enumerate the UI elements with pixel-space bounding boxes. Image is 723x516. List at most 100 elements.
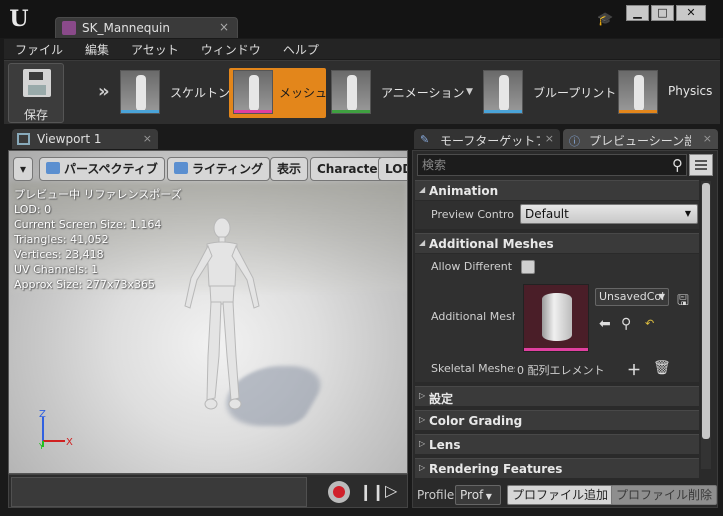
add-element-icon[interactable]: ＋	[627, 360, 641, 380]
category-color-grading-label: Color Grading	[429, 414, 523, 428]
category-settings[interactable]: ▷ 設定	[415, 386, 699, 406]
skeletal-meshes-label: Skeletal Meshes	[431, 362, 515, 375]
mode-skeleton-label: スケルトン	[170, 86, 231, 100]
tab-preview-scene-label: プレビューシーン設	[589, 134, 691, 148]
timeline-field[interactable]	[11, 477, 307, 507]
stat-uv-channels: UV Channels: 1	[14, 263, 99, 276]
expanded-triangle-icon: ◢	[419, 185, 426, 194]
expanded-triangle-icon: ◢	[419, 238, 426, 247]
category-lens[interactable]: ▷ Lens	[415, 434, 699, 454]
mode-skeleton[interactable]: スケルトン	[120, 68, 230, 118]
maximize-button[interactable]: □	[651, 5, 674, 21]
menu-file[interactable]: ファイル	[4, 41, 74, 58]
close-tab-icon[interactable]: ×	[143, 132, 152, 145]
chevron-down-icon: ▾	[19, 162, 27, 176]
trash-icon[interactable]: 🗑	[653, 360, 671, 376]
collapsed-triangle-icon: ▷	[419, 415, 426, 424]
mode-mesh[interactable]: メッシュ	[229, 68, 327, 118]
viewport-options-button[interactable]: ▾	[13, 157, 33, 181]
skeletal-mesh-icon	[62, 21, 76, 35]
search-box[interactable]: ⚲	[417, 154, 687, 176]
search-input[interactable]	[422, 157, 662, 173]
mode-physics-label: Physics	[668, 84, 713, 98]
chevron-right-icon: »	[98, 81, 110, 102]
profile-label: Profile	[417, 488, 455, 502]
stat-approx-size: Approx Size: 277x73x365	[14, 278, 155, 291]
lod-button[interactable]: LOD	[378, 157, 407, 181]
allow-different-label: Allow Different S	[431, 260, 515, 273]
close-tab-icon[interactable]: ×	[545, 132, 554, 145]
menu-asset[interactable]: アセット	[120, 41, 190, 58]
viewport-tab-label: Viewport 1	[37, 132, 102, 146]
cylinder-asset-icon	[542, 293, 572, 341]
preview-controller-combo[interactable]: Default ▼	[520, 204, 698, 224]
save-button[interactable]: 保存	[8, 63, 64, 123]
step-forward-icon[interactable]: ▷	[385, 481, 397, 500]
category-settings-label: 設定	[429, 392, 454, 406]
show-button[interactable]: 表示	[270, 157, 309, 181]
document-tab[interactable]: SK_Mannequin ×	[55, 17, 238, 38]
additional-mesh-asset-combo[interactable]: UnsavedCol ▼	[595, 288, 669, 306]
mannequin-figure	[184, 217, 260, 410]
title-bar: U SK_Mannequin × 🎓 ▁ □ ✕	[0, 0, 723, 38]
mode-blueprint[interactable]: ブループリント	[483, 68, 617, 118]
row-allow-different: Allow Different S	[415, 254, 699, 280]
row-additional-mesh: Additional Mesh UnsavedCol ▼ 🖫 ⬅ ⚲ ↶	[415, 280, 699, 356]
category-animation[interactable]: ◢ Animation	[415, 180, 699, 200]
animation-dropdown-icon[interactable]: ▼	[466, 87, 473, 97]
category-color-grading[interactable]: ▷ Color Grading	[415, 410, 699, 430]
unreal-logo-icon[interactable]: U	[6, 6, 32, 32]
viewport-tab[interactable]: Viewport 1 ×	[12, 129, 158, 149]
remove-profile-button[interactable]: プロファイル削除	[611, 485, 718, 505]
allow-different-checkbox[interactable]	[521, 260, 535, 274]
profile-bar: Profile Prof ▼ プロファイル追加 プロファイル削除	[413, 483, 718, 507]
mode-physics[interactable]: Physics	[618, 68, 718, 118]
category-rendering-features[interactable]: ▷ Rendering Features	[415, 458, 699, 478]
close-tab-icon[interactable]: ×	[219, 20, 229, 34]
mode-blueprint-label: ブループリント	[533, 86, 617, 100]
view-options-button[interactable]	[689, 154, 713, 176]
mesh-thumbnail	[233, 70, 273, 114]
category-additional-meshes[interactable]: ◢ Additional Meshes	[415, 233, 699, 253]
blueprint-thumbnail	[483, 70, 523, 114]
additional-mesh-thumbnail[interactable]	[523, 284, 589, 352]
axis-y-label: Y	[38, 442, 44, 449]
profile-combo[interactable]: Prof ▼	[455, 485, 501, 505]
browse-asset-icon[interactable]: ⚲	[621, 316, 631, 332]
add-profile-button[interactable]: プロファイル追加	[507, 485, 614, 505]
menu-window[interactable]: ウィンドウ	[190, 41, 272, 58]
search-icon[interactable]: ⚲	[672, 156, 683, 174]
mode-animation-label: アニメーション	[381, 86, 465, 100]
close-tab-icon[interactable]: ×	[703, 132, 712, 145]
minimize-button[interactable]: ▁	[626, 5, 649, 21]
animation-thumbnail	[331, 70, 371, 114]
lighting-label: ライティング	[192, 162, 264, 176]
perspective-label: パースペクティブ	[64, 162, 158, 176]
collapsed-triangle-icon: ▷	[419, 439, 426, 448]
graduation-cap-icon[interactable]: 🎓	[597, 12, 613, 28]
category-additional-meshes-label: Additional Meshes	[429, 237, 554, 251]
asset-toolbar: 保存 » スケルトン メッシュ アニメーション ▼ ブループリント Physic…	[4, 60, 720, 124]
morph-target-icon: ✎	[420, 133, 430, 146]
tab-morph-target-preview[interactable]: ✎ モーフターゲットプレ ×	[414, 129, 560, 149]
preview-controller-value: Default	[525, 207, 569, 221]
panel-scrollbar[interactable]	[701, 181, 711, 469]
save-asset-icon[interactable]: 🖫	[677, 290, 689, 314]
menu-help[interactable]: ヘルプ	[272, 41, 330, 58]
stat-preview-mode: プレビュー中 リファレンスポーズ	[14, 188, 182, 201]
menu-edit[interactable]: 編集	[74, 41, 120, 58]
viewport[interactable]: ▾ パースペクティブ ライティング 表示 Character LOD プレビュー…	[8, 150, 408, 474]
lighting-button[interactable]: ライティング	[167, 157, 271, 181]
perspective-button[interactable]: パースペクティブ	[39, 157, 165, 181]
tab-preview-scene-settings[interactable]: ⓘ プレビューシーン設 ×	[563, 129, 718, 149]
scrollbar-thumb[interactable]	[702, 183, 710, 439]
record-button[interactable]	[328, 481, 350, 503]
reset-to-default-icon[interactable]: ↶	[645, 317, 654, 330]
use-selected-arrow-icon[interactable]: ⬅	[599, 316, 611, 332]
pause-icon[interactable]: ❙❙	[359, 482, 385, 501]
chevron-down-icon: ▼	[658, 292, 665, 301]
lighting-cube-icon	[174, 162, 188, 174]
mode-animation[interactable]: アニメーション	[331, 68, 481, 118]
close-window-button[interactable]: ✕	[676, 5, 706, 21]
axis-z-label: Z	[39, 409, 46, 420]
